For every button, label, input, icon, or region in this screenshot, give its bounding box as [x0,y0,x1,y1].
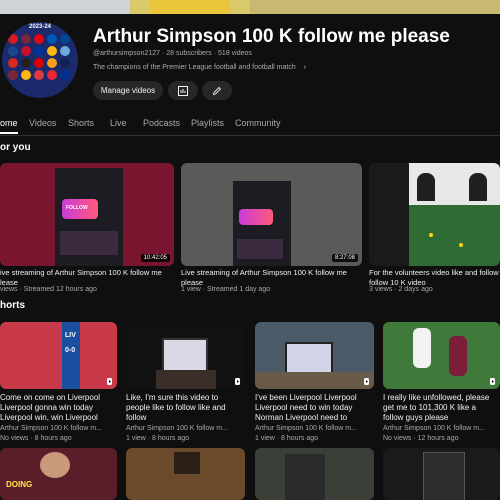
short-thumbnail[interactable] [126,448,245,500]
tab-shorts[interactable]: Shorts [68,118,94,128]
short-thumbnail[interactable] [126,322,245,389]
short-title-line: Like, I'm sure this video to [126,393,219,402]
short-title-line: follow guys please [383,413,449,422]
analytics-icon [178,85,188,96]
short-title-line: Come on come on Liverpool [0,393,101,402]
subscriber-count: 28 subscribers [166,50,212,57]
short-thumbnail[interactable] [383,322,500,389]
short-title-line: Liverpool gonna win today [0,403,93,412]
pencil-icon [212,86,222,95]
tab-videos[interactable]: Videos [29,118,56,128]
short-title-line: Liverpool need to win today [255,403,353,412]
video-title[interactable]: ive streaming of Arthur Simpson 100 K fo… [0,268,174,288]
shorts-heading: horts [0,300,25,311]
edit-channel-button[interactable] [202,81,232,100]
video-count: 518 videos [218,50,252,57]
channel-meta: @arthursimpson2127 · 28 subscribers · 51… [93,50,252,57]
video-duration: 10:42:05 [140,254,170,262]
short-title[interactable]: I really like unfollowed, please get me … [383,393,500,423]
short-channel: Arthur Simpson 100 K follow m... [0,425,102,432]
short-title-line: get me to 101,300 K like a [383,403,476,412]
tab-home[interactable]: ome [0,118,18,128]
short-title-line: I've been Liverpool Liverpool [255,393,357,402]
analytics-button[interactable] [168,81,198,100]
tab-podcasts[interactable]: Podcasts [143,118,180,128]
channel-tabs: ome Videos Shorts Live Podcasts Playlist… [0,113,500,135]
short-thumbnail[interactable]: DOING [0,448,117,500]
video-title-line: For the volunteers video like and follow [369,268,499,277]
short-title[interactable]: Like, I'm sure this video to people like… [126,393,250,423]
video-title-line: Live streaming of Arthur Simpson 100 K f… [181,268,347,277]
short-channel: Arthur Simpson 100 K follow m... [383,425,485,432]
short-thumbnail[interactable] [255,448,374,500]
short-meta: No views · 8 hours ago [0,435,72,442]
chevron-right-icon: › [303,64,307,71]
for-you-heading: or you [0,142,31,153]
shorts-icon [235,378,240,385]
channel-avatar[interactable]: 2023-24 [2,22,78,98]
short-title-line: Liverpool win, win Liverpool [0,413,98,422]
video-duration: 8:27:08 [331,254,358,262]
video-meta: 3 views · 2 days ago [369,286,433,293]
channel-description[interactable]: The champions of the Premier League foot… [93,64,306,71]
video-title[interactable]: Live streaming of Arthur Simpson 100 K f… [181,268,362,288]
short-caption: DOING [6,480,33,489]
short-title[interactable]: Come on come on Liverpool Liverpool gonn… [0,393,120,423]
tab-live[interactable]: Live [110,118,127,128]
video-thumbnail[interactable] [369,163,500,266]
video-title[interactable]: For the volunteers video like and follow… [369,268,500,288]
video-meta: 1 view · Streamed 1 day ago [181,286,271,293]
short-title[interactable]: I've been Liverpool Liverpool Liverpool … [255,393,379,423]
tabs-divider [0,135,500,136]
video-thumbnail[interactable]: FOLLOW 10:42:05 [0,163,174,266]
manage-videos-button[interactable]: Manage videos [93,81,163,100]
short-title-line: people like to follow like and [126,403,226,412]
club-badges [8,34,74,80]
avatar-season-label: 2023-24 [28,24,52,30]
short-thumbnail[interactable] [383,448,500,500]
short-title-line: Norman Liverpool need to [255,413,348,422]
shorts-icon [107,378,112,385]
shorts-icon [364,378,369,385]
channel-handle: @arthursimpson2127 [93,50,161,57]
shorts-icon [490,378,495,385]
active-tab-indicator [0,132,18,134]
channel-description-text: The champions of the Premier League foot… [93,64,296,71]
short-meta: 1 view · 8 hours ago [255,435,319,442]
tab-community[interactable]: Community [235,118,281,128]
channel-banner [0,0,500,14]
video-title-line: ive streaming of Arthur Simpson 100 K fo… [0,268,162,277]
short-channel: Arthur Simpson 100 K follow m... [255,425,357,432]
short-title-line: follow [126,413,147,422]
short-channel: Arthur Simpson 100 K follow m... [126,425,228,432]
short-meta: 1 view · 8 hours ago [126,435,190,442]
video-meta: views · Streamed 12 hours ago [0,286,97,293]
channel-name: Arthur Simpson 100 K follow me please [93,26,450,47]
short-meta: No views · 12 hours ago [383,435,459,442]
tab-playlists[interactable]: Playlists [191,118,224,128]
short-title-line: I really like unfollowed, please [383,393,490,402]
short-thumbnail[interactable] [255,322,374,389]
short-thumbnail[interactable]: LIV 0-0 [0,322,117,389]
video-thumbnail[interactable]: 8:27:08 [181,163,362,266]
